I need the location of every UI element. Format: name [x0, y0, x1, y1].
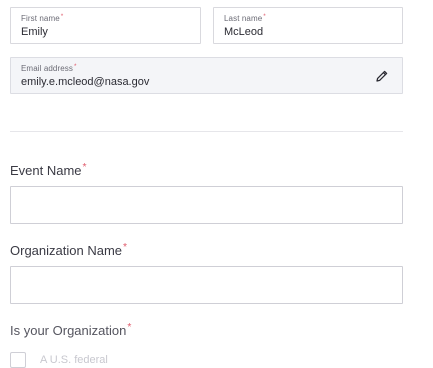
last-name-label: Last name*	[224, 13, 266, 23]
event-name-label: Event Name*	[10, 162, 87, 178]
organization-type-label: Is your Organization*	[10, 322, 132, 338]
first-name-value: Emily	[21, 26, 48, 38]
first-name-label: First name*	[21, 13, 64, 23]
required-mark: *	[263, 13, 266, 20]
organization-name-input[interactable]	[10, 266, 403, 304]
required-mark: *	[123, 242, 128, 253]
pencil-icon[interactable]	[375, 69, 389, 83]
email-field: Email address* emily.e.mcleod@nasa.gov	[10, 57, 403, 94]
email-value: emily.e.mcleod@nasa.gov	[21, 76, 150, 88]
first-name-field[interactable]: First name* Emily	[10, 7, 201, 44]
required-mark: *	[74, 63, 77, 70]
email-label: Email address*	[21, 63, 77, 73]
required-mark: *	[60, 13, 64, 20]
last-name-value: McLeod	[224, 26, 264, 38]
required-mark: *	[82, 162, 87, 173]
last-name-field[interactable]: Last name* McLeod	[213, 7, 403, 44]
section-divider	[10, 131, 403, 132]
required-mark: *	[127, 322, 132, 333]
organization-type-checkbox[interactable]	[10, 352, 26, 368]
event-name-input[interactable]	[10, 186, 403, 224]
organization-name-label: Organization Name*	[10, 242, 128, 258]
organization-type-option-label: A U.S. federal	[40, 354, 108, 366]
